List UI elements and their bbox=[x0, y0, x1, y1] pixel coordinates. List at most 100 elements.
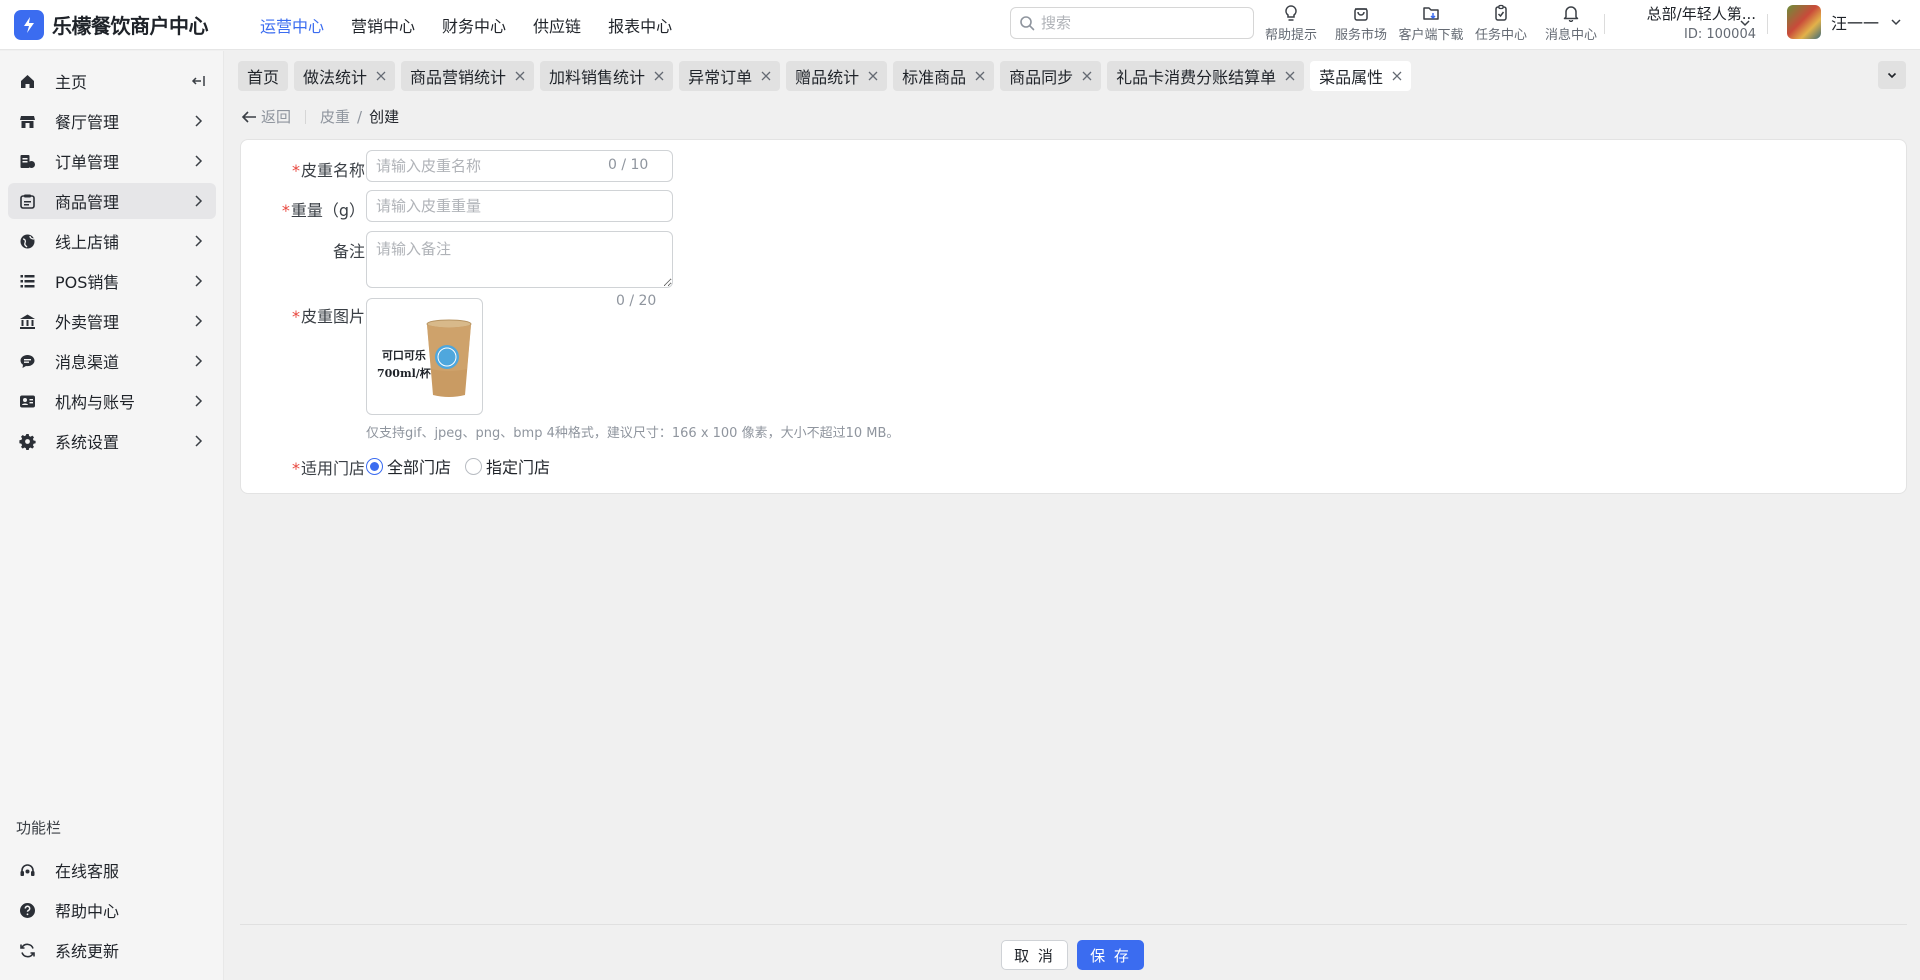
tool-message-center[interactable]: 消息中心 bbox=[1536, 4, 1606, 43]
tab-home[interactable]: 首页 bbox=[238, 61, 289, 91]
tab-standard-products[interactable]: 标准商品 bbox=[893, 61, 995, 91]
avatar bbox=[1787, 5, 1821, 39]
chevron-right-icon bbox=[195, 435, 203, 447]
building-icon bbox=[18, 312, 36, 330]
tab-bar: 首页 做法统计 商品营销统计 加料销售统计 异常订单 赠品统计 标准商品 商品同… bbox=[238, 61, 1417, 91]
tool-task-center[interactable]: 任务中心 bbox=[1466, 4, 1536, 43]
pos-terminal-icon bbox=[18, 272, 36, 290]
sidebar-item-label: 餐厅管理 bbox=[55, 113, 120, 132]
tool-help-tips[interactable]: 帮助提示 bbox=[1256, 4, 1326, 43]
org-switcher[interactable]: 总部/年轻人第... ID: 100004 bbox=[1620, 3, 1756, 42]
tab-product-sync[interactable]: 商品同步 bbox=[1000, 61, 1102, 91]
function-bar-title: 功能栏 bbox=[16, 819, 62, 837]
topnav-marketing[interactable]: 营销中心 bbox=[351, 13, 415, 37]
radio-specified-stores[interactable]: 指定门店 bbox=[465, 454, 550, 478]
sidebar-item-orders[interactable]: 订单管理 bbox=[8, 143, 216, 179]
chevron-right-icon bbox=[195, 355, 203, 367]
chevron-right-icon bbox=[195, 235, 203, 247]
radio-label: 全部门店 bbox=[387, 458, 452, 477]
tab-label: 菜品属性 bbox=[1319, 68, 1384, 87]
top-nav: 运营中心 营销中心 财务中心 供应链 报表中心 bbox=[260, 13, 699, 37]
tab-overflow-button[interactable] bbox=[1878, 61, 1906, 89]
sidebar-item-home[interactable]: 主页 bbox=[8, 63, 216, 99]
weight-input[interactable] bbox=[376, 197, 672, 215]
tab-label: 首页 bbox=[247, 68, 280, 87]
refresh-icon bbox=[18, 941, 36, 959]
sidebar-item-system-settings[interactable]: 系统设置 bbox=[8, 423, 216, 459]
close-icon[interactable] bbox=[761, 71, 771, 81]
topnav-finance[interactable]: 财务中心 bbox=[442, 13, 506, 37]
tool-client-download[interactable]: 客户端下载 bbox=[1396, 4, 1466, 43]
breadcrumb-divider bbox=[305, 109, 307, 124]
close-icon[interactable] bbox=[1285, 71, 1295, 81]
tab-addon-sales-stats[interactable]: 加料销售统计 bbox=[540, 61, 674, 91]
sidebar-item-label: 机构与账号 bbox=[55, 393, 136, 412]
close-icon[interactable] bbox=[515, 71, 525, 81]
applicable-stores-label: *适用门店 bbox=[291, 459, 365, 478]
topnav-operations[interactable]: 运营中心 bbox=[260, 13, 324, 37]
sidebar-item-help-center[interactable]: 帮助中心 bbox=[8, 892, 216, 928]
close-icon[interactable] bbox=[1392, 71, 1402, 81]
chevron-right-icon bbox=[195, 315, 203, 327]
remark-counter: 0 / 20 bbox=[616, 293, 657, 309]
chevron-right-icon bbox=[195, 195, 203, 207]
user-name: 汪一一 bbox=[1831, 14, 1880, 33]
chevron-down-icon[interactable] bbox=[1738, 16, 1752, 30]
sidebar-item-message-channel[interactable]: 消息渠道 bbox=[8, 343, 216, 379]
weight-field[interactable] bbox=[366, 190, 673, 222]
org-name: 总部/年轻人第... bbox=[1646, 5, 1756, 23]
tab-giftcard-settlement[interactable]: 礼品卡消费分账结算单 bbox=[1107, 61, 1305, 91]
clipboard-check-icon bbox=[1495, 4, 1507, 21]
tool-service-market[interactable]: 服务市场 bbox=[1326, 4, 1396, 43]
save-button[interactable]: 保 存 bbox=[1077, 940, 1144, 970]
sidebar-item-label: POS销售 bbox=[55, 273, 120, 292]
topnav-supply-chain[interactable]: 供应链 bbox=[533, 13, 581, 37]
breadcrumb-parent[interactable]: 皮重 bbox=[320, 106, 350, 127]
tab-gift-stats[interactable]: 赠品统计 bbox=[786, 61, 888, 91]
sidebar-item-products[interactable]: 商品管理 bbox=[8, 183, 216, 219]
search-box[interactable] bbox=[1010, 7, 1254, 39]
tool-label: 客户端下载 bbox=[1398, 28, 1464, 43]
tare-name-label: *皮重名称 bbox=[291, 161, 365, 180]
sidebar-item-restaurant[interactable]: 餐厅管理 bbox=[8, 103, 216, 139]
close-icon[interactable] bbox=[376, 71, 386, 81]
sidebar-item-takeout[interactable]: 外卖管理 bbox=[8, 303, 216, 339]
tab-label: 商品同步 bbox=[1009, 68, 1074, 87]
sidebar-item-online-store[interactable]: 线上店铺 bbox=[8, 223, 216, 259]
tare-image-label: *皮重图片 bbox=[291, 307, 365, 326]
sidebar-item-org-accounts[interactable]: 机构与账号 bbox=[8, 383, 216, 419]
back-button[interactable]: 返回 bbox=[241, 106, 291, 127]
close-icon[interactable] bbox=[975, 71, 985, 81]
headset-icon bbox=[18, 861, 36, 879]
radio-all-stores[interactable]: 全部门店 bbox=[366, 454, 451, 478]
tab-dish-attributes[interactable]: 菜品属性 bbox=[1310, 61, 1412, 91]
app-name: 乐檬餐饮商户中心 bbox=[52, 14, 209, 38]
user-menu[interactable]: 汪一一 bbox=[1787, 5, 1903, 39]
tab-label: 礼品卡消费分账结算单 bbox=[1116, 68, 1277, 87]
search-input[interactable] bbox=[1041, 14, 1241, 32]
radio-unchecked-icon bbox=[465, 457, 482, 475]
sidebar-item-label: 在线客服 bbox=[55, 862, 120, 881]
tare-image-upload[interactable]: 可口可乐 700ml/杯 bbox=[366, 298, 483, 415]
tab-product-marketing-stats[interactable]: 商品营销统计 bbox=[401, 61, 535, 91]
tab-practice-stats[interactable]: 做法统计 bbox=[294, 61, 396, 91]
paper-cup-image bbox=[426, 319, 472, 397]
sidebar-item-label: 外卖管理 bbox=[55, 313, 120, 332]
sidebar-item-system-update[interactable]: 系统更新 bbox=[8, 932, 216, 968]
close-icon[interactable] bbox=[654, 71, 664, 81]
sidebar-item-label: 主页 bbox=[55, 73, 88, 92]
cancel-button[interactable]: 取 消 bbox=[1001, 940, 1068, 970]
sidebar-item-online-support[interactable]: 在线客服 bbox=[8, 852, 216, 888]
tab-abnormal-orders[interactable]: 异常订单 bbox=[679, 61, 781, 91]
lightbulb-icon bbox=[1285, 5, 1297, 21]
org-id: ID: 100004 bbox=[1684, 27, 1756, 42]
brand[interactable]: 乐檬餐饮商户中心 bbox=[14, 9, 244, 40]
tab-label: 商品营销统计 bbox=[410, 68, 507, 87]
header-divider bbox=[1767, 14, 1768, 34]
close-icon[interactable] bbox=[868, 71, 878, 81]
collapse-sidebar-icon[interactable] bbox=[190, 73, 206, 89]
sidebar-item-pos[interactable]: POS销售 bbox=[8, 263, 216, 299]
remark-textarea[interactable] bbox=[366, 231, 673, 288]
close-icon[interactable] bbox=[1082, 71, 1092, 81]
topnav-reports[interactable]: 报表中心 bbox=[608, 13, 672, 37]
